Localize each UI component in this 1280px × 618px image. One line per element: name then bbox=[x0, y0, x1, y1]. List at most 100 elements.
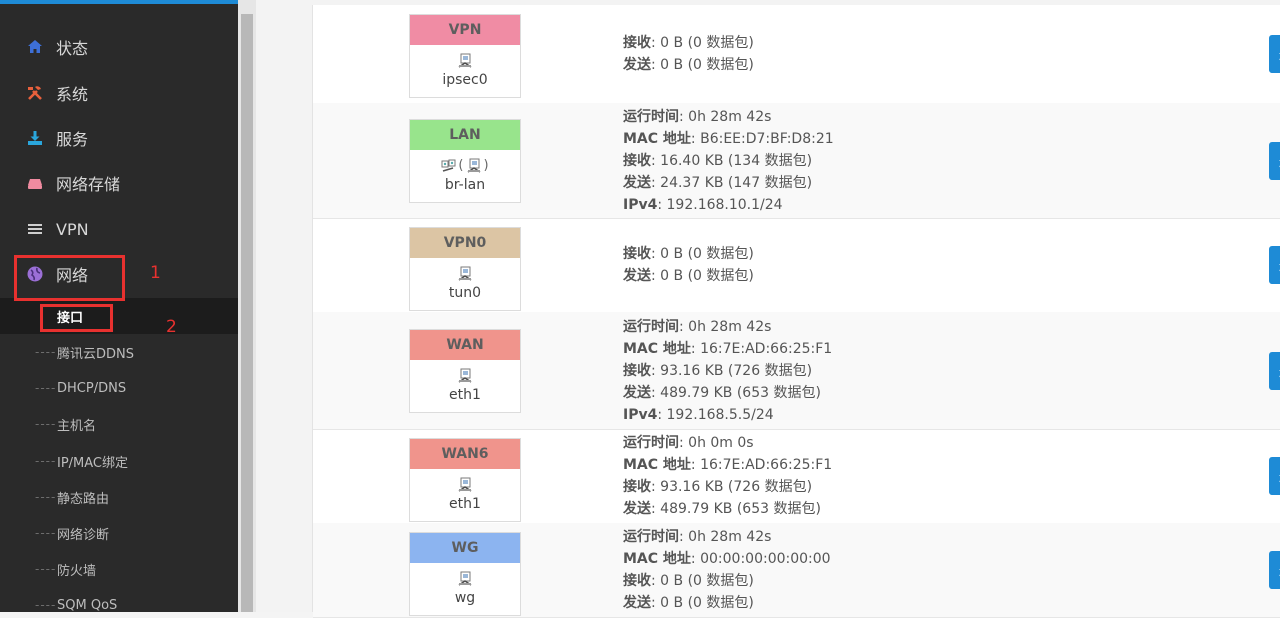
network-device-icon bbox=[458, 571, 472, 586]
interface-device: eth1 bbox=[449, 387, 481, 403]
sidebar-item-3[interactable]: 网络存储 bbox=[26, 170, 120, 196]
home-icon bbox=[26, 38, 44, 56]
stat-rx: 接收: 93.16 KB (726 数据包) bbox=[623, 363, 813, 379]
submenu-dash: ---- bbox=[35, 417, 57, 431]
network-device-icon bbox=[458, 53, 472, 68]
interface-action-button[interactable]: 连 bbox=[1269, 551, 1280, 589]
interface-action-button[interactable]: 连 bbox=[1269, 246, 1280, 284]
interface-row: WG wg 运行时间: 0h 28m 42s MAC 地址: 00:00:00:0… bbox=[313, 523, 1280, 618]
submenu-item-2[interactable]: ---- DHCP/DNS bbox=[35, 378, 126, 398]
sidebar-item-4[interactable]: VPN bbox=[26, 216, 89, 242]
submenu-item-label: 腾讯云DDNS bbox=[57, 346, 134, 362]
interface-badge: WAN6 eth1 bbox=[409, 438, 521, 522]
interface-badge: VPN ipsec0 bbox=[409, 14, 521, 98]
stat-rx: 接收: 0 B (0 数据包) bbox=[623, 35, 754, 51]
interface-name: VPN0 bbox=[410, 228, 520, 258]
sidebar-item-1[interactable]: 系统 bbox=[26, 80, 88, 106]
submenu-dash: ---- bbox=[35, 526, 57, 540]
interface-name: LAN bbox=[410, 120, 520, 150]
stat-tx: 发送: 0 B (0 数据包) bbox=[623, 268, 754, 284]
annotation-number-2: 2 bbox=[166, 317, 177, 337]
stat-ipv4: IPv4: 192.168.10.1/24 bbox=[623, 197, 783, 213]
submenu-item-6[interactable]: ---- 网络诊断 bbox=[35, 523, 109, 543]
paren-close: ) bbox=[483, 157, 489, 173]
interface-name: WAN bbox=[410, 330, 520, 360]
submenu-item-label: IP/MAC绑定 bbox=[57, 455, 129, 471]
sidebar-item-label: VPN bbox=[56, 219, 89, 239]
annotation-box-interfaces bbox=[40, 304, 113, 332]
download-icon bbox=[26, 129, 44, 147]
stat-rx: 接收: 0 B (0 数据包) bbox=[623, 246, 754, 262]
stat-uptime: 运行时间: 0h 28m 42s bbox=[623, 529, 772, 545]
stat-mac: MAC 地址: 16:7E:AD:66:25:F1 bbox=[623, 457, 833, 473]
submenu-item-1[interactable]: ---- 腾讯云DDNS bbox=[35, 342, 134, 362]
interface-row: VPN0 tun0 接收: 0 B (0 数据包) 发送: 0 B (0 数据包)… bbox=[313, 218, 1280, 313]
sidebar-scrollbar[interactable] bbox=[238, 0, 256, 612]
submenu-item-4[interactable]: ---- IP/MAC绑定 bbox=[35, 451, 128, 471]
stat-tx: 发送: 0 B (0 数据包) bbox=[623, 57, 754, 73]
stat-rx: 接收: 93.16 KB (726 数据包) bbox=[623, 479, 813, 495]
submenu-dash: ---- bbox=[35, 490, 57, 504]
paren-open: ( bbox=[458, 157, 464, 173]
interface-device: wg bbox=[454, 590, 476, 606]
list-icon bbox=[26, 220, 44, 238]
submenu-dash: ---- bbox=[35, 598, 57, 612]
main-content: VPN ipsec0 接收: 0 B (0 数据包) 发送: 0 B (0 数据包… bbox=[256, 0, 1280, 618]
interface-stats: 运行时间: 0h 28m 42s MAC 地址: 16:7E:AD:66:25:F… bbox=[623, 316, 832, 426]
submenu-dash: ---- bbox=[35, 562, 57, 576]
submenu-item-label: SQM QoS bbox=[57, 597, 118, 613]
interface-row: LAN () br-lan 运行时间: 0h 28m 42s MAC 地址: B6… bbox=[313, 103, 1280, 219]
interface-action-button[interactable]: 连 bbox=[1269, 35, 1280, 73]
interface-action-button[interactable]: 连 bbox=[1269, 142, 1280, 180]
interface-row: WAN6 eth1 运行时间: 0h 0m 0s MAC 地址: 16:7E:AD… bbox=[313, 429, 1280, 524]
submenu-item-7[interactable]: ---- 防火墙 bbox=[35, 559, 96, 579]
submenu-dash: ---- bbox=[35, 454, 57, 468]
tools-icon bbox=[26, 84, 44, 102]
stat-uptime: 运行时间: 0h 28m 42s bbox=[623, 109, 772, 125]
annotation-number-1: 1 bbox=[150, 263, 161, 283]
stat-mac: MAC 地址: B6:EE:D7:BF:D8:21 bbox=[623, 131, 834, 147]
stat-mac: MAC 地址: 16:7E:AD:66:25:F1 bbox=[623, 341, 833, 357]
interface-name: WG bbox=[410, 533, 520, 563]
network-device-icon bbox=[458, 477, 472, 492]
interface-action-button[interactable]: 连 bbox=[1269, 457, 1280, 495]
sidebar-item-label: 系统 bbox=[56, 85, 89, 104]
stat-mac: MAC 地址: 00:00:00:00:00:00 bbox=[623, 551, 831, 567]
submenu-item-3[interactable]: ---- 主机名 bbox=[35, 414, 96, 434]
interface-badge: LAN () br-lan bbox=[409, 119, 521, 203]
interface-stats: 运行时间: 0h 28m 42s MAC 地址: B6:EE:D7:BF:D8:2… bbox=[623, 106, 834, 216]
network-device-icon bbox=[467, 158, 481, 173]
interface-row: VPN ipsec0 接收: 0 B (0 数据包) 发送: 0 B (0 数据包… bbox=[313, 5, 1280, 104]
submenu-item-label: 静态路由 bbox=[57, 491, 110, 507]
stat-rx: 接收: 16.40 KB (134 数据包) bbox=[623, 153, 813, 169]
interface-name: WAN6 bbox=[410, 439, 520, 469]
stat-tx: 发送: 489.79 KB (653 数据包) bbox=[623, 501, 821, 517]
sidebar-item-2[interactable]: 服务 bbox=[26, 125, 88, 151]
network-device-icon bbox=[458, 368, 472, 383]
annotation-box-network bbox=[14, 255, 125, 301]
stat-tx: 发送: 489.79 KB (653 数据包) bbox=[623, 385, 821, 401]
interface-badge: WG wg bbox=[409, 532, 521, 616]
scrollbar-thumb[interactable] bbox=[241, 14, 253, 612]
sidebar-item-0[interactable]: 状态 bbox=[26, 34, 88, 60]
sidebar: 状态 系统 服务 网络存储 VPN 网络 接口 ---- 腾讯云DDNS ---- DHCP/DN… bbox=[0, 0, 256, 615]
drive-icon bbox=[26, 174, 44, 192]
interface-device: eth1 bbox=[449, 496, 481, 512]
network-device-icon bbox=[458, 266, 472, 281]
submenu-item-5[interactable]: ---- 静态路由 bbox=[35, 487, 109, 507]
interface-stats: 接收: 0 B (0 数据包) 发送: 0 B (0 数据包) bbox=[623, 32, 754, 76]
submenu-item-label: DHCP/DNS bbox=[57, 380, 127, 396]
sidebar-top-accent bbox=[0, 0, 256, 4]
submenu-dash: ---- bbox=[35, 381, 57, 395]
interfaces-panel: VPN ipsec0 接收: 0 B (0 数据包) 发送: 0 B (0 数据包… bbox=[312, 5, 1280, 618]
interface-device: br-lan bbox=[444, 177, 486, 193]
stat-tx: 发送: 24.37 KB (147 数据包) bbox=[623, 175, 813, 191]
interface-device: ipsec0 bbox=[442, 72, 488, 88]
submenu-item-8[interactable]: ---- SQM QoS bbox=[35, 595, 117, 615]
stat-rx: 接收: 0 B (0 数据包) bbox=[623, 573, 754, 589]
interface-device: tun0 bbox=[448, 285, 482, 301]
sidebar-item-label: 服务 bbox=[56, 130, 89, 149]
submenu-item-label: 防火墙 bbox=[57, 563, 97, 579]
interface-stats: 运行时间: 0h 28m 42s MAC 地址: 00:00:00:00:00:0… bbox=[623, 526, 831, 614]
interface-action-button[interactable]: 连 bbox=[1269, 352, 1280, 390]
